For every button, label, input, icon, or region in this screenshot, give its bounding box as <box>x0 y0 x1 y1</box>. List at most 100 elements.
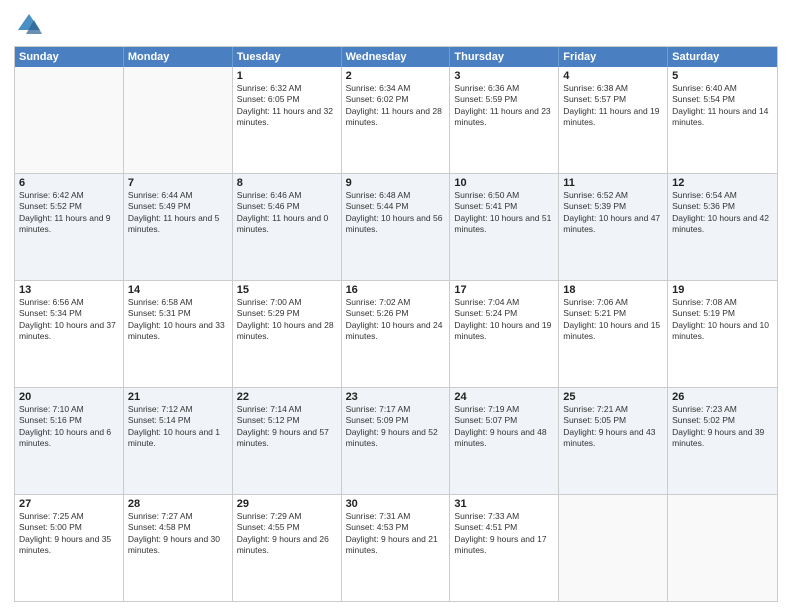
day-cell-1: 1Sunrise: 6:32 AM Sunset: 6:05 PM Daylig… <box>233 67 342 173</box>
day-cell-3: 3Sunrise: 6:36 AM Sunset: 5:59 PM Daylig… <box>450 67 559 173</box>
empty-cell <box>15 67 124 173</box>
day-content: Sunrise: 7:27 AM Sunset: 4:58 PM Dayligh… <box>128 511 228 557</box>
day-number: 16 <box>346 284 446 296</box>
day-cell-2: 2Sunrise: 6:34 AM Sunset: 6:02 PM Daylig… <box>342 67 451 173</box>
day-cell-13: 13Sunrise: 6:56 AM Sunset: 5:34 PM Dayli… <box>15 281 124 387</box>
calendar-header: SundayMondayTuesdayWednesdayThursdayFrid… <box>15 47 777 67</box>
day-number: 9 <box>346 177 446 189</box>
day-number: 17 <box>454 284 554 296</box>
day-number: 30 <box>346 498 446 510</box>
day-number: 10 <box>454 177 554 189</box>
day-number: 22 <box>237 391 337 403</box>
day-number: 11 <box>563 177 663 189</box>
day-number: 2 <box>346 70 446 82</box>
day-content: Sunrise: 6:48 AM Sunset: 5:44 PM Dayligh… <box>346 190 446 236</box>
day-cell-4: 4Sunrise: 6:38 AM Sunset: 5:57 PM Daylig… <box>559 67 668 173</box>
day-content: Sunrise: 7:29 AM Sunset: 4:55 PM Dayligh… <box>237 511 337 557</box>
day-content: Sunrise: 7:14 AM Sunset: 5:12 PM Dayligh… <box>237 404 337 450</box>
day-content: Sunrise: 6:42 AM Sunset: 5:52 PM Dayligh… <box>19 190 119 236</box>
calendar-row-5: 27Sunrise: 7:25 AM Sunset: 5:00 PM Dayli… <box>15 494 777 601</box>
day-cell-30: 30Sunrise: 7:31 AM Sunset: 4:53 PM Dayli… <box>342 495 451 601</box>
day-content: Sunrise: 6:38 AM Sunset: 5:57 PM Dayligh… <box>563 83 663 129</box>
day-cell-24: 24Sunrise: 7:19 AM Sunset: 5:07 PM Dayli… <box>450 388 559 494</box>
day-number: 29 <box>237 498 337 510</box>
day-cell-25: 25Sunrise: 7:21 AM Sunset: 5:05 PM Dayli… <box>559 388 668 494</box>
day-content: Sunrise: 7:00 AM Sunset: 5:29 PM Dayligh… <box>237 297 337 343</box>
calendar-row-4: 20Sunrise: 7:10 AM Sunset: 5:16 PM Dayli… <box>15 387 777 494</box>
calendar-row-3: 13Sunrise: 6:56 AM Sunset: 5:34 PM Dayli… <box>15 280 777 387</box>
day-cell-8: 8Sunrise: 6:46 AM Sunset: 5:46 PM Daylig… <box>233 174 342 280</box>
calendar-body: 1Sunrise: 6:32 AM Sunset: 6:05 PM Daylig… <box>15 67 777 601</box>
day-number: 7 <box>128 177 228 189</box>
day-cell-21: 21Sunrise: 7:12 AM Sunset: 5:14 PM Dayli… <box>124 388 233 494</box>
day-number: 28 <box>128 498 228 510</box>
day-cell-19: 19Sunrise: 7:08 AM Sunset: 5:19 PM Dayli… <box>668 281 777 387</box>
day-content: Sunrise: 6:50 AM Sunset: 5:41 PM Dayligh… <box>454 190 554 236</box>
day-number: 23 <box>346 391 446 403</box>
day-cell-10: 10Sunrise: 6:50 AM Sunset: 5:41 PM Dayli… <box>450 174 559 280</box>
header <box>14 10 778 40</box>
day-number: 31 <box>454 498 554 510</box>
day-content: Sunrise: 6:46 AM Sunset: 5:46 PM Dayligh… <box>237 190 337 236</box>
day-number: 18 <box>563 284 663 296</box>
calendar-row-1: 1Sunrise: 6:32 AM Sunset: 6:05 PM Daylig… <box>15 67 777 173</box>
day-cell-5: 5Sunrise: 6:40 AM Sunset: 5:54 PM Daylig… <box>668 67 777 173</box>
day-number: 5 <box>672 70 773 82</box>
day-cell-20: 20Sunrise: 7:10 AM Sunset: 5:16 PM Dayli… <box>15 388 124 494</box>
day-number: 27 <box>19 498 119 510</box>
day-cell-27: 27Sunrise: 7:25 AM Sunset: 5:00 PM Dayli… <box>15 495 124 601</box>
day-number: 24 <box>454 391 554 403</box>
day-content: Sunrise: 7:19 AM Sunset: 5:07 PM Dayligh… <box>454 404 554 450</box>
header-day-saturday: Saturday <box>668 47 777 67</box>
empty-cell <box>559 495 668 601</box>
day-cell-28: 28Sunrise: 7:27 AM Sunset: 4:58 PM Dayli… <box>124 495 233 601</box>
day-number: 20 <box>19 391 119 403</box>
day-cell-7: 7Sunrise: 6:44 AM Sunset: 5:49 PM Daylig… <box>124 174 233 280</box>
day-content: Sunrise: 7:33 AM Sunset: 4:51 PM Dayligh… <box>454 511 554 557</box>
day-cell-11: 11Sunrise: 6:52 AM Sunset: 5:39 PM Dayli… <box>559 174 668 280</box>
day-cell-18: 18Sunrise: 7:06 AM Sunset: 5:21 PM Dayli… <box>559 281 668 387</box>
header-day-thursday: Thursday <box>450 47 559 67</box>
day-cell-23: 23Sunrise: 7:17 AM Sunset: 5:09 PM Dayli… <box>342 388 451 494</box>
day-content: Sunrise: 7:12 AM Sunset: 5:14 PM Dayligh… <box>128 404 228 450</box>
calendar-row-2: 6Sunrise: 6:42 AM Sunset: 5:52 PM Daylig… <box>15 173 777 280</box>
day-cell-22: 22Sunrise: 7:14 AM Sunset: 5:12 PM Dayli… <box>233 388 342 494</box>
day-content: Sunrise: 7:10 AM Sunset: 5:16 PM Dayligh… <box>19 404 119 450</box>
day-number: 21 <box>128 391 228 403</box>
day-number: 12 <box>672 177 773 189</box>
day-cell-6: 6Sunrise: 6:42 AM Sunset: 5:52 PM Daylig… <box>15 174 124 280</box>
day-cell-16: 16Sunrise: 7:02 AM Sunset: 5:26 PM Dayli… <box>342 281 451 387</box>
day-content: Sunrise: 7:08 AM Sunset: 5:19 PM Dayligh… <box>672 297 773 343</box>
day-content: Sunrise: 6:36 AM Sunset: 5:59 PM Dayligh… <box>454 83 554 129</box>
day-content: Sunrise: 7:04 AM Sunset: 5:24 PM Dayligh… <box>454 297 554 343</box>
day-content: Sunrise: 7:17 AM Sunset: 5:09 PM Dayligh… <box>346 404 446 450</box>
calendar: SundayMondayTuesdayWednesdayThursdayFrid… <box>14 46 778 602</box>
header-day-wednesday: Wednesday <box>342 47 451 67</box>
day-number: 3 <box>454 70 554 82</box>
day-content: Sunrise: 6:44 AM Sunset: 5:49 PM Dayligh… <box>128 190 228 236</box>
day-content: Sunrise: 6:40 AM Sunset: 5:54 PM Dayligh… <box>672 83 773 129</box>
day-content: Sunrise: 6:58 AM Sunset: 5:31 PM Dayligh… <box>128 297 228 343</box>
day-content: Sunrise: 6:52 AM Sunset: 5:39 PM Dayligh… <box>563 190 663 236</box>
day-number: 19 <box>672 284 773 296</box>
empty-cell <box>124 67 233 173</box>
day-content: Sunrise: 6:32 AM Sunset: 6:05 PM Dayligh… <box>237 83 337 129</box>
day-content: Sunrise: 7:23 AM Sunset: 5:02 PM Dayligh… <box>672 404 773 450</box>
day-number: 25 <box>563 391 663 403</box>
day-content: Sunrise: 7:31 AM Sunset: 4:53 PM Dayligh… <box>346 511 446 557</box>
day-content: Sunrise: 7:02 AM Sunset: 5:26 PM Dayligh… <box>346 297 446 343</box>
day-cell-26: 26Sunrise: 7:23 AM Sunset: 5:02 PM Dayli… <box>668 388 777 494</box>
day-content: Sunrise: 7:25 AM Sunset: 5:00 PM Dayligh… <box>19 511 119 557</box>
day-cell-12: 12Sunrise: 6:54 AM Sunset: 5:36 PM Dayli… <box>668 174 777 280</box>
logo-icon <box>14 10 44 40</box>
day-number: 1 <box>237 70 337 82</box>
day-number: 15 <box>237 284 337 296</box>
day-content: Sunrise: 6:34 AM Sunset: 6:02 PM Dayligh… <box>346 83 446 129</box>
day-cell-15: 15Sunrise: 7:00 AM Sunset: 5:29 PM Dayli… <box>233 281 342 387</box>
logo <box>14 10 48 40</box>
day-content: Sunrise: 7:06 AM Sunset: 5:21 PM Dayligh… <box>563 297 663 343</box>
header-day-friday: Friday <box>559 47 668 67</box>
day-cell-17: 17Sunrise: 7:04 AM Sunset: 5:24 PM Dayli… <box>450 281 559 387</box>
day-number: 14 <box>128 284 228 296</box>
day-number: 26 <box>672 391 773 403</box>
